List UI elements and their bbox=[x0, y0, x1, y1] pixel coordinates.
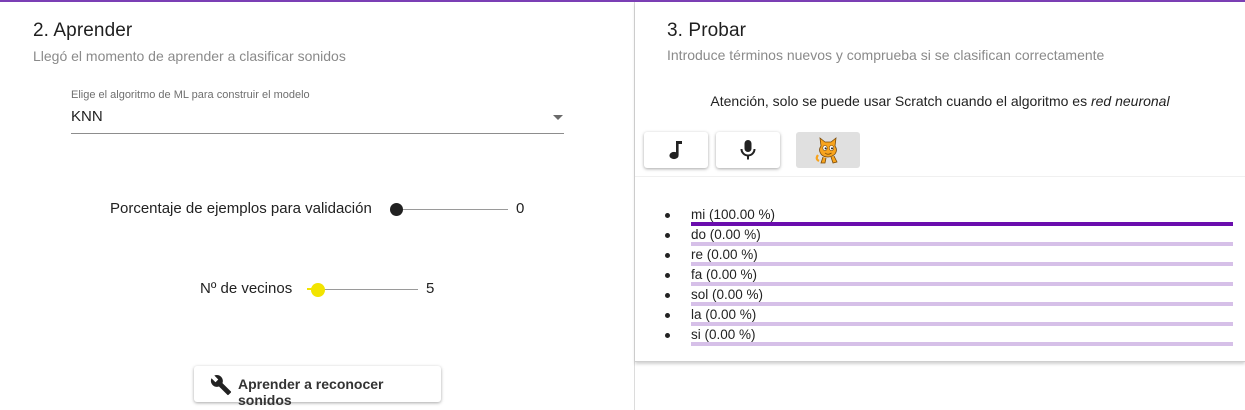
algorithm-select[interactable]: Elige el algoritmo de ML para construir … bbox=[71, 88, 564, 134]
learn-panel: 2. Aprender Llegó el momento de aprender… bbox=[0, 2, 635, 410]
learn-title: 2. Aprender bbox=[33, 20, 133, 41]
test-title: 3. Probar bbox=[667, 20, 747, 41]
algorithm-select-value: KNN bbox=[71, 108, 103, 125]
bullet-icon bbox=[665, 313, 670, 318]
microphone-button[interactable] bbox=[716, 132, 780, 168]
wrench-icon bbox=[210, 375, 232, 396]
result-label: si (0.00 %) bbox=[691, 327, 756, 342]
results-list: mi (100.00 %) do (0.00 %) re (0.00 %) fa (0… bbox=[665, 206, 1237, 346]
test-panel: 3. Probar Introduce términos nuevos y co… bbox=[635, 2, 1245, 362]
result-item: sol (0.00 %) bbox=[665, 286, 1237, 306]
music-input-button[interactable] bbox=[644, 132, 708, 168]
result-label: la (0.00 %) bbox=[691, 307, 757, 322]
result-item: la (0.00 %) bbox=[665, 306, 1237, 326]
bullet-icon bbox=[665, 233, 670, 238]
scratch-button[interactable] bbox=[796, 132, 860, 168]
result-item: re (0.00 %) bbox=[665, 246, 1237, 266]
result-label: fa (0.00 %) bbox=[691, 267, 758, 282]
result-item: fa (0.00 %) bbox=[665, 266, 1237, 286]
result-label: re (0.00 %) bbox=[691, 247, 758, 262]
result-bar-track bbox=[691, 342, 1233, 346]
validation-slider-label: Porcentaje de ejemplos para validación bbox=[110, 200, 372, 217]
learn-subtitle: Llegó el momento de aprender a clasifica… bbox=[33, 48, 346, 64]
test-subtitle: Introduce términos nuevos y comprueba si… bbox=[667, 47, 1105, 63]
bullet-icon bbox=[665, 293, 670, 298]
result-item: do (0.00 %) bbox=[665, 226, 1237, 246]
neighbors-slider-value: 5 bbox=[426, 280, 435, 297]
train-button[interactable]: Aprender a reconocer sonidos bbox=[194, 366, 441, 408]
result-item: si (0.00 %) bbox=[665, 326, 1237, 346]
bullet-icon bbox=[665, 333, 670, 338]
bullet-icon bbox=[665, 253, 670, 258]
result-label: sol (0.00 %) bbox=[691, 287, 764, 302]
scratch-notice: Atención, solo se puede usar Scratch cua… bbox=[635, 93, 1245, 109]
validation-slider-value: 0 bbox=[516, 200, 525, 217]
dropdown-arrow-icon[interactable] bbox=[553, 115, 563, 120]
result-label: mi (100.00 %) bbox=[691, 207, 776, 222]
validation-slider-thumb[interactable] bbox=[389, 203, 403, 216]
scratch-notice-emphasis: red neuronal bbox=[1090, 93, 1170, 109]
neighbors-slider-thumb[interactable] bbox=[311, 283, 326, 297]
result-label: do (0.00 %) bbox=[691, 227, 761, 242]
microphone-icon bbox=[740, 140, 756, 160]
bullet-icon bbox=[665, 213, 670, 218]
algorithm-select-label: Elige el algoritmo de ML para construir … bbox=[71, 89, 310, 101]
bullet-icon bbox=[665, 273, 670, 278]
results-separator bbox=[635, 176, 1245, 177]
music-note-icon bbox=[669, 141, 682, 160]
train-button-label: Aprender a reconocer sonidos bbox=[238, 376, 384, 408]
validation-slider-track[interactable] bbox=[396, 209, 508, 210]
neighbors-slider-label: Nº de vecinos bbox=[200, 280, 293, 297]
scratch-notice-text: Atención, solo se puede usar Scratch cua… bbox=[710, 93, 1091, 109]
scratch-cat-icon bbox=[815, 137, 838, 164]
result-item: mi (100.00 %) bbox=[665, 206, 1237, 226]
